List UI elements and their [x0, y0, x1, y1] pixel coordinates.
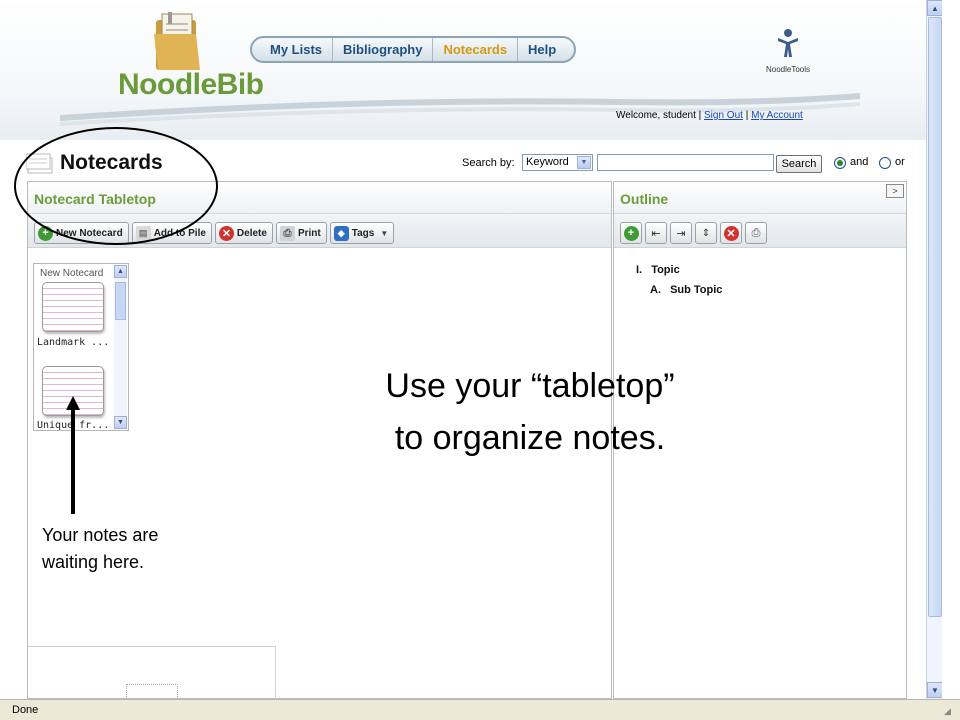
welcome-bar: Welcome, student | Sign Out | My Account	[616, 110, 803, 121]
notes-annotation-line1: Your notes are	[42, 525, 159, 545]
tabletop-callout: Use your “tabletop” to organize notes.	[340, 360, 720, 464]
scroll-up-icon[interactable]: ▲	[114, 265, 127, 278]
outline-label: Topic	[651, 264, 680, 276]
outdent-button[interactable]: ⇤	[645, 222, 667, 244]
scroll-down-icon[interactable]: ▼	[927, 682, 943, 698]
callout-line2: to organize notes.	[394, 419, 666, 457]
nav-notecards[interactable]: Notecards	[433, 38, 517, 61]
resize-grip-icon[interactable]: ◢	[944, 706, 956, 718]
main-nav: My Lists Bibliography Notecards Help	[250, 36, 577, 63]
delete-button[interactable]: ✕ Delete	[214, 222, 273, 244]
indent-button[interactable]: ⇥	[670, 222, 692, 244]
move-button[interactable]: ⇕	[695, 222, 717, 244]
page-header: NoodleBib My Lists Bibliography Notecard…	[0, 0, 926, 140]
noodletools-label: NoodleTools	[765, 65, 811, 74]
my-account-link[interactable]: My Account	[751, 110, 803, 121]
collapse-arrow-icon[interactable]: >	[886, 184, 904, 198]
page-scrollbar[interactable]: ▲ ▼	[926, 0, 943, 699]
callout-line1: Use your “tabletop”	[385, 367, 675, 405]
outline-number: A.	[650, 284, 661, 296]
tags-label: Tags	[351, 227, 375, 239]
annotation-arrow-icon	[66, 396, 80, 514]
search-by-label: Search by:	[462, 157, 515, 169]
add-topic-button[interactable]: +	[620, 222, 642, 244]
radio-or[interactable]	[879, 157, 891, 169]
printer-icon: ⎙	[751, 226, 761, 239]
search-button[interactable]: Search	[776, 155, 822, 173]
noodletools-figure-icon	[778, 29, 798, 57]
annotation-circle	[14, 127, 218, 245]
outline-label: Sub Topic	[670, 284, 723, 296]
search-type-select[interactable]: Keyword ▼	[522, 154, 593, 171]
search-type-value: Keyword	[526, 156, 569, 168]
noodlebib-logo[interactable]: NoodleBib	[118, 68, 264, 102]
outline-number: I.	[636, 264, 643, 276]
nav-help[interactable]: Help	[518, 38, 566, 61]
plus-icon: +	[623, 225, 639, 241]
tags-button[interactable]: ◆ Tags ▼	[329, 222, 395, 244]
pile-scroll-thumb[interactable]	[115, 282, 126, 320]
tag-icon: ◆	[333, 225, 349, 241]
outline-toolbar: + ⇤ ⇥ ⇕ ✕ ⎙	[614, 214, 906, 248]
indent-icon: ⇥	[676, 227, 686, 240]
page-scroll-thumb[interactable]	[928, 17, 942, 617]
nav-bibliography[interactable]: Bibliography	[333, 38, 432, 61]
chevron-down-icon[interactable]: ▼	[577, 156, 591, 169]
nav-my-lists[interactable]: My Lists	[260, 38, 332, 61]
radio-or-label: or	[895, 156, 905, 168]
radio-and-label: and	[850, 156, 869, 168]
radio-and[interactable]	[834, 157, 846, 169]
notecard-label: Landmark ...	[37, 337, 110, 348]
pile-scrollbar[interactable]: ▲ ▼	[114, 265, 127, 429]
delete-x-icon: ✕	[218, 225, 234, 241]
folder-logo-icon	[154, 12, 200, 70]
delete-topic-button[interactable]: ✕	[720, 222, 742, 244]
status-bar: Done ◢	[0, 699, 960, 720]
outline-title: Outline	[614, 182, 906, 214]
notecard[interactable]	[42, 282, 104, 332]
delete-x-icon: ✕	[723, 225, 739, 241]
notes-annotation: Your notes are waiting here.	[42, 522, 158, 576]
notes-annotation-line2: waiting here.	[42, 552, 145, 572]
drop-placeholder	[126, 684, 178, 699]
search-input[interactable]	[597, 154, 774, 171]
print-outline-button[interactable]: ⎙	[745, 222, 767, 244]
printer-icon: ⎙	[279, 225, 295, 241]
chevron-down-icon[interactable]: ▼	[380, 229, 388, 238]
outline-item[interactable]: I. Topic	[636, 264, 680, 276]
pile-label: New Notecard	[40, 268, 104, 279]
outline-item[interactable]: A. Sub Topic	[650, 284, 722, 296]
window-gutter	[942, 0, 960, 699]
print-button[interactable]: ⎙ Print	[275, 222, 327, 244]
welcome-text: Welcome, student |	[616, 110, 702, 121]
noodletools-logo[interactable]: NoodleTools	[758, 28, 818, 74]
delete-label: Delete	[236, 227, 267, 239]
outdent-icon: ⇤	[651, 227, 661, 240]
welcome-separator: |	[745, 110, 749, 121]
status-text: Done	[12, 704, 39, 716]
sign-out-link[interactable]: Sign Out	[704, 110, 743, 121]
print-label: Print	[297, 227, 321, 239]
scroll-up-icon[interactable]: ▲	[927, 0, 943, 16]
up-down-icon: ⇕	[701, 227, 711, 239]
scroll-down-icon[interactable]: ▼	[114, 416, 127, 429]
